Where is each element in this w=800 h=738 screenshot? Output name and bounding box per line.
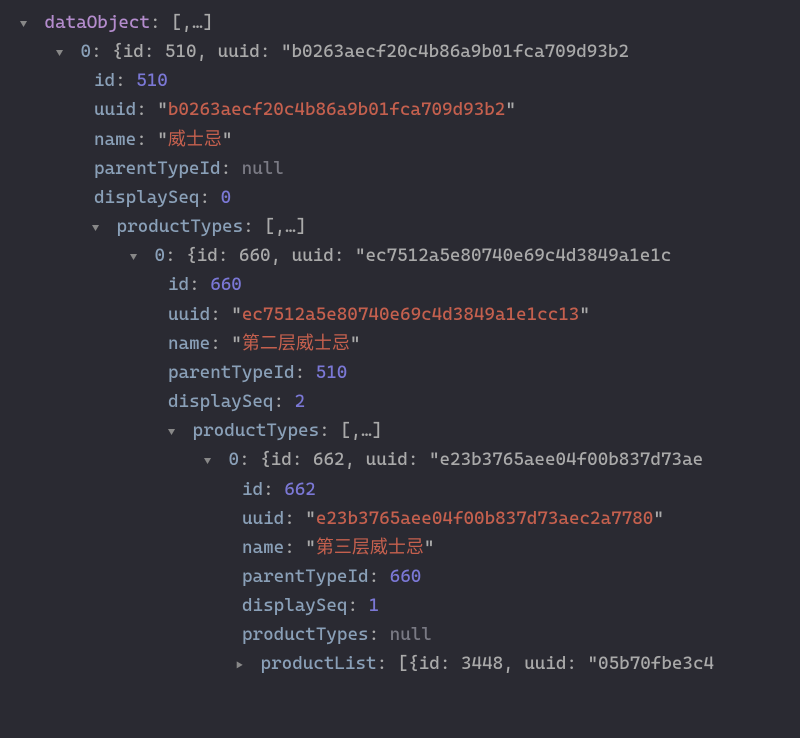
item-0-0-summary: {id: 660, uuid: "ec7512a5e80740e69c4d384… bbox=[186, 245, 671, 266]
tree-item-0-0[interactable]: ▼ 0: {id: 660, uuid: "ec7512a5e80740e69c… bbox=[4, 241, 800, 270]
value-parentTypeId-2: 510 bbox=[316, 362, 348, 383]
field-parentTypeId[interactable]: parentTypeId: null bbox=[4, 154, 800, 183]
value-parentTypeId-3: 660 bbox=[390, 566, 422, 587]
field-name-2[interactable]: name: "第二层威士忌" bbox=[4, 329, 800, 358]
chevron-right-icon: ▶ bbox=[236, 656, 250, 675]
key-parentTypeId: parentTypeId bbox=[168, 362, 295, 383]
key-productList: productList bbox=[261, 653, 377, 674]
key-parentTypeId: parentTypeId bbox=[94, 158, 221, 179]
field-name[interactable]: name: "威士忌" bbox=[4, 125, 800, 154]
key-displaySeq: displaySeq bbox=[242, 595, 347, 616]
field-displaySeq-3[interactable]: displaySeq: 1 bbox=[4, 591, 800, 620]
dataObject-preview: [,…] bbox=[171, 12, 213, 33]
value-parentTypeId: null bbox=[242, 158, 284, 179]
productTypes-preview-1: [,…] bbox=[264, 216, 306, 237]
tree-item-0[interactable]: ▼ 0: {id: 510, uuid: "b0263aecf20c4b86a9… bbox=[4, 37, 800, 66]
field-displaySeq-2[interactable]: displaySeq: 2 bbox=[4, 387, 800, 416]
value-id-2: 660 bbox=[210, 274, 242, 295]
value-id-3: 662 bbox=[284, 479, 316, 500]
key-parentTypeId: parentTypeId bbox=[242, 566, 369, 587]
key-uuid: uuid bbox=[242, 508, 284, 529]
productTypes-preview-2: [,…] bbox=[340, 420, 382, 441]
index-0-0-0: 0 bbox=[229, 449, 240, 470]
field-uuid-3[interactable]: uuid: "e23b3765aee04f00b837d73aec2a7780" bbox=[4, 504, 800, 533]
tree-productTypes-1[interactable]: ▼ productTypes: [,…] bbox=[4, 212, 800, 241]
field-uuid-2[interactable]: uuid: "ec7512a5e80740e69c4d3849a1e1cc13" bbox=[4, 300, 800, 329]
field-name-3[interactable]: name: "第三层威士忌" bbox=[4, 533, 800, 562]
value-displaySeq-2: 2 bbox=[295, 391, 306, 412]
field-id[interactable]: id: 510 bbox=[4, 66, 800, 95]
field-productTypes-3[interactable]: productTypes: null bbox=[4, 620, 800, 649]
key-displaySeq: displaySeq bbox=[168, 391, 273, 412]
item-0-0-0-summary: {id: 662, uuid: "e23b3765aee04f00b837d73… bbox=[260, 449, 703, 470]
index-0: 0 bbox=[81, 41, 92, 62]
chevron-down-icon: ▼ bbox=[130, 248, 144, 267]
field-displaySeq[interactable]: displaySeq: 0 bbox=[4, 183, 800, 212]
field-id-2[interactable]: id: 660 bbox=[4, 270, 800, 299]
chevron-down-icon: ▼ bbox=[20, 15, 34, 34]
key-productTypes: productTypes bbox=[242, 624, 369, 645]
chevron-down-icon: ▼ bbox=[168, 423, 182, 442]
tree-item-0-0-0[interactable]: ▼ 0: {id: 662, uuid: "e23b3765aee04f00b8… bbox=[4, 445, 800, 474]
value-displaySeq-3: 1 bbox=[369, 595, 380, 616]
tree-productTypes-2[interactable]: ▼ productTypes: [,…] bbox=[4, 416, 800, 445]
tree-root[interactable]: ▼ dataObject: [,…] bbox=[4, 8, 800, 37]
field-id-3[interactable]: id: 662 bbox=[4, 475, 800, 504]
field-parentTypeId-3[interactable]: parentTypeId: 660 bbox=[4, 562, 800, 591]
field-uuid[interactable]: uuid: "b0263aecf20c4b86a9b01fca709d93b2" bbox=[4, 95, 800, 124]
chevron-down-icon: ▼ bbox=[56, 44, 70, 63]
value-name-2: 第二层威士忌 bbox=[242, 333, 350, 354]
index-0-0: 0 bbox=[155, 245, 166, 266]
key-productTypes: productTypes bbox=[117, 216, 244, 237]
key-name: name bbox=[94, 129, 136, 150]
chevron-down-icon: ▼ bbox=[92, 219, 106, 238]
key-dataObject: dataObject bbox=[45, 12, 150, 33]
value-uuid-3: e23b3765aee04f00b837d73aec2a7780 bbox=[316, 508, 654, 529]
field-parentTypeId-2[interactable]: parentTypeId: 510 bbox=[4, 358, 800, 387]
key-displaySeq: displaySeq bbox=[94, 187, 199, 208]
item-0-summary: {id: 510, uuid: "b0263aecf20c4b86a9b01fc… bbox=[112, 41, 629, 62]
key-id: id bbox=[242, 479, 263, 500]
value-uuid: b0263aecf20c4b86a9b01fca709d93b2 bbox=[168, 99, 506, 120]
key-name: name bbox=[168, 333, 210, 354]
productList-preview: [{id: 3448, uuid: "05b70fbe3c4 bbox=[398, 653, 714, 674]
tree-productList[interactable]: ▶ productList: [{id: 3448, uuid: "05b70f… bbox=[4, 649, 800, 678]
value-uuid-2: ec7512a5e80740e69c4d3849a1e1cc13 bbox=[242, 304, 580, 325]
key-uuid: uuid bbox=[168, 304, 210, 325]
value-name-3: 第三层威士忌 bbox=[316, 537, 424, 558]
value-displaySeq: 0 bbox=[221, 187, 232, 208]
key-uuid: uuid bbox=[94, 99, 136, 120]
chevron-down-icon: ▼ bbox=[204, 452, 218, 471]
value-productTypes-3: null bbox=[390, 624, 432, 645]
value-name: 威士忌 bbox=[168, 129, 222, 150]
key-name: name bbox=[242, 537, 284, 558]
value-id: 510 bbox=[136, 70, 168, 91]
key-id: id bbox=[168, 274, 189, 295]
key-id: id bbox=[94, 70, 115, 91]
key-productTypes: productTypes bbox=[193, 420, 320, 441]
